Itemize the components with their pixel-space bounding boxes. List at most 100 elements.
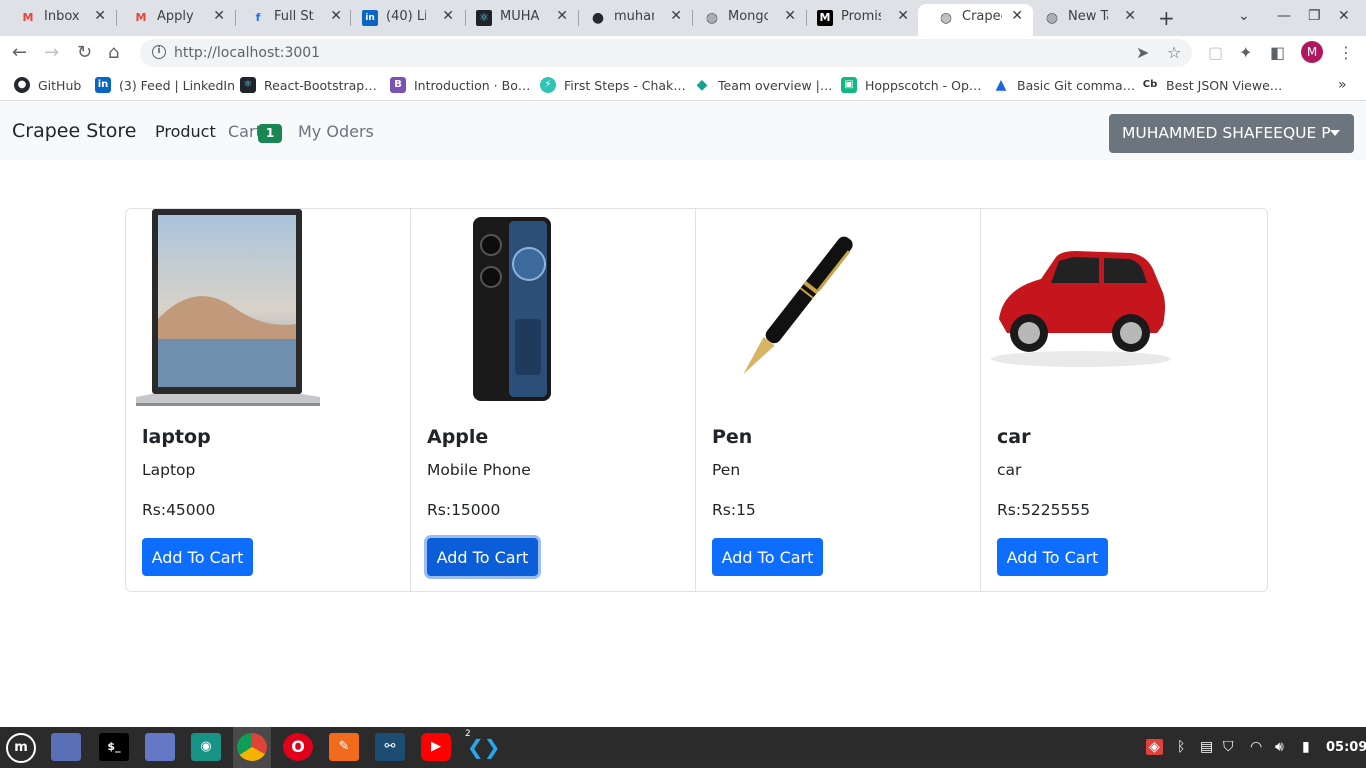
close-icon[interactable]: ✕ (670, 8, 682, 24)
tab-crapee-store[interactable]: ◍ Crapee S ✕ (918, 4, 1033, 36)
chrome-icon: ◍ (1045, 10, 1059, 26)
vscode-icon[interactable]: ❮❯ (467, 733, 501, 761)
product-image-laptop (126, 209, 410, 409)
product-description: Laptop (142, 461, 196, 479)
linkedin-icon: in (95, 77, 111, 93)
forward-icon[interactable]: → (44, 42, 59, 63)
nav-link-product[interactable]: Product (155, 122, 216, 141)
nav-link-cart[interactable]: Cart (228, 122, 262, 141)
bootstrap-icon: B (390, 77, 406, 93)
mysql-workbench-icon[interactable]: ⚯ (375, 733, 405, 761)
tab-muham[interactable]: ⚛ MUHAM ✕ (456, 4, 578, 32)
close-icon[interactable]: ✕ (330, 8, 342, 24)
add-to-cart-button[interactable]: Add To Cart (997, 538, 1108, 576)
chakra-icon: ⚡ (540, 77, 556, 93)
app-navbar: Crapee Store Product Cart 1 My Oders MUH… (0, 102, 1366, 160)
product-title: Pen (712, 426, 753, 448)
tab-promise[interactable]: M Promise ✕ (797, 4, 919, 32)
puzzle-icon[interactable]: ✦ (1239, 43, 1252, 62)
clock[interactable]: 05:09 (1326, 740, 1366, 755)
close-window-icon[interactable]: ✕ (1338, 8, 1350, 24)
omnibox[interactable]: i http://localhost:3001 ➤ ☆ (140, 39, 1192, 67)
product-card-group: laptop Laptop Rs:45000 Add To Cart Apple… (125, 208, 1268, 592)
tab-full-stack[interactable]: f Full Stac ✕ (230, 4, 352, 32)
product-card-pen: Pen Pen Rs:15 Add To Cart (696, 209, 981, 591)
add-to-cart-button[interactable]: Add To Cart (712, 538, 823, 576)
os-taskbar: m $_ ◉ O ✎ ⚯ ▶ ❮❯ 2 ◈ ᛒ ▤ ⛉ ◠ 🔊︎ ▮ 05:09 (0, 727, 1366, 768)
linkedin-icon: in (362, 10, 378, 26)
bookmark-star-icon[interactable]: ☆ (1167, 43, 1181, 62)
terminal-icon[interactable]: $_ (99, 733, 129, 761)
menu-icon[interactable]: ⋮ (1338, 43, 1354, 62)
globe-icon: ◍ (939, 10, 953, 26)
tab-new-tab[interactable]: ◍ New Tab ✕ (1024, 4, 1146, 32)
add-to-cart-button[interactable]: Add To Cart (427, 538, 538, 576)
product-image-phone (411, 209, 695, 409)
battery-icon[interactable]: ▮ (1302, 739, 1310, 755)
close-icon[interactable]: ✕ (784, 8, 796, 24)
nav-link-orders[interactable]: My Oders (298, 122, 374, 141)
github-icon: ● (14, 77, 30, 93)
opera-icon[interactable]: O (283, 733, 313, 761)
brand-logo[interactable]: Crapee Store (12, 120, 136, 142)
pen-tool-icon[interactable]: ✎ (329, 733, 359, 761)
product-price: Rs:15 (712, 501, 756, 519)
diamond-icon: ◆ (696, 77, 708, 93)
medium-icon: M (817, 10, 833, 26)
product-card-apple: Apple Mobile Phone Rs:15000 Add To Cart (411, 209, 696, 591)
close-icon[interactable]: ✕ (213, 8, 225, 24)
close-icon[interactable]: ✕ (94, 8, 106, 24)
address-toolbar: ← → ↻ ⌂ i http://localhost:3001 ➤ ☆ ▢ ✦ … (0, 36, 1366, 70)
browser-tab-bar: M Inbox - sh ✕ M Apply to ✕ f Full Stac … (0, 0, 1366, 36)
back-icon[interactable]: ← (12, 42, 27, 63)
info-icon[interactable]: i (152, 45, 166, 59)
close-icon[interactable]: ✕ (897, 8, 909, 24)
tab-apply[interactable]: M Apply to ✕ (113, 4, 235, 32)
close-icon[interactable]: ✕ (556, 8, 568, 24)
close-icon[interactable]: ✕ (442, 8, 454, 24)
maximize-icon[interactable]: ❐ (1308, 8, 1321, 24)
globe-icon: ◍ (705, 10, 719, 26)
git-kraken-icon[interactable]: ◉ (191, 733, 221, 761)
tab-title: Apply to (157, 9, 197, 24)
send-icon[interactable]: ➤ (1136, 43, 1149, 62)
new-tab-button[interactable]: + (1158, 6, 1175, 30)
mint-menu-icon[interactable]: m (6, 733, 36, 763)
tab-search-icon[interactable]: ⌄ (1238, 8, 1250, 24)
home-icon[interactable]: ⌂ (108, 42, 119, 63)
bookmark-label: (3) Feed | LinkedIn (119, 78, 236, 93)
tab-title: Promise (841, 9, 881, 24)
sidepanel-icon[interactable]: ◧ (1270, 43, 1285, 62)
atlassian-icon: ▲ (995, 77, 1007, 93)
bookmark-label: React-Bootstrap… (264, 78, 377, 93)
tab-inbox[interactable]: M Inbox - sh ✕ (0, 4, 116, 32)
tab-title: Crapee S (962, 9, 1002, 24)
tab-linkedin[interactable]: in (40) Link ✕ (342, 4, 464, 32)
youtube-icon[interactable]: ▶ (421, 733, 451, 761)
volume-icon[interactable]: 🔊︎ (1275, 739, 1284, 755)
more-bookmarks-icon[interactable]: » (1338, 77, 1347, 95)
extension-icon[interactable]: ▢ (1208, 43, 1223, 62)
bluetooth-icon[interactable]: ᛒ (1177, 739, 1185, 755)
shield-icon[interactable]: ⛉ (1223, 739, 1234, 755)
tab-mongodb[interactable]: ◍ MongoD ✕ (684, 4, 806, 32)
add-to-cart-button[interactable]: Add To Cart (142, 538, 253, 576)
close-icon[interactable]: ✕ (1011, 8, 1023, 24)
url-text[interactable]: http://localhost:3001 (174, 45, 320, 61)
profile-avatar[interactable]: M (1301, 41, 1323, 63)
close-icon[interactable]: ✕ (1124, 8, 1136, 24)
clipboard-icon[interactable]: ▤ (1200, 739, 1213, 755)
chrome-icon[interactable] (237, 733, 267, 761)
minimize-icon[interactable]: — (1277, 8, 1291, 24)
product-title: laptop (142, 426, 211, 448)
files-icon[interactable] (51, 733, 81, 761)
vscode-badge: 2 (465, 729, 471, 739)
user-dropdown-button[interactable]: MUHAMMED SHAFEEQUE P (1109, 114, 1354, 153)
folder-icon[interactable] (145, 733, 175, 761)
tab-github[interactable]: ● muhamm ✕ (570, 4, 692, 32)
product-price: Rs:45000 (142, 501, 216, 519)
anydesk-icon[interactable]: ◈ (1146, 739, 1163, 755)
reload-icon[interactable]: ↻ (77, 42, 92, 63)
wifi-icon[interactable]: ◠ (1250, 739, 1262, 755)
product-title: Apple (427, 426, 489, 448)
